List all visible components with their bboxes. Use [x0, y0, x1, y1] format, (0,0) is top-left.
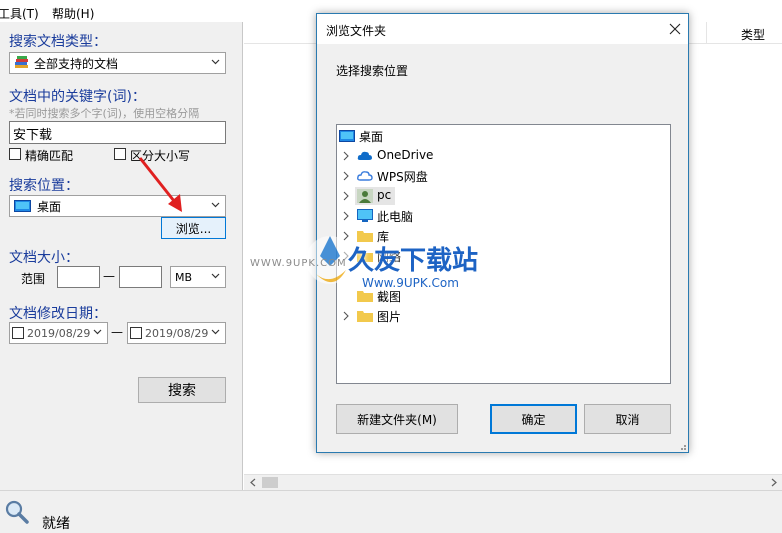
dialog-titlebar[interactable]: 浏览文件夹	[317, 14, 688, 44]
menu-tools[interactable]: 工具(T)	[0, 5, 39, 22]
scroll-right-icon[interactable]	[770, 478, 778, 487]
computer-icon	[357, 209, 373, 222]
tree-item-label: WPS网盘	[377, 170, 428, 184]
chevron-down-icon	[211, 59, 220, 65]
tree-item-label: 此电脑	[377, 210, 414, 224]
date-from-picker[interactable]: 2019/08/29	[9, 322, 108, 344]
user-icon	[357, 189, 373, 203]
tree-item-label: 图片	[377, 310, 402, 324]
browse-button[interactable]: 浏览...	[161, 217, 226, 239]
location-select[interactable]: 桌面	[9, 195, 226, 217]
size-min-input[interactable]	[57, 266, 100, 288]
tree-item-label: 库	[377, 230, 390, 244]
tree-item-pc[interactable]: pc	[337, 186, 670, 206]
location-label: 搜索位置：	[9, 178, 79, 194]
browse-folder-dialog: 浏览文件夹 选择搜索位置 桌面 OneDrive WPS网盘 pc 此电脑 库 …	[316, 13, 689, 453]
chevron-right-icon[interactable]	[343, 211, 350, 221]
keyword-hint: *若同时搜索多个字(词)，使用空格分隔	[9, 107, 200, 120]
chevron-right-icon[interactable]	[343, 171, 350, 181]
books-icon	[14, 56, 30, 70]
tree-item-onedrive[interactable]: OneDrive	[337, 146, 670, 166]
search-button[interactable]: 搜索	[138, 377, 226, 403]
tree-item-pictures[interactable]: 图片	[337, 306, 670, 326]
scroll-left-icon[interactable]	[249, 478, 257, 487]
tree-item-this-pc[interactable]: 此电脑	[337, 206, 670, 226]
doc-type-select[interactable]: 全部支持的文档	[9, 52, 226, 74]
scroll-thumb[interactable]	[262, 477, 278, 488]
chevron-right-icon[interactable]	[343, 251, 350, 261]
chevron-down-icon	[93, 329, 102, 335]
folder-tree[interactable]: 桌面 OneDrive WPS网盘 pc 此电脑 库 网络 截图 图片	[336, 124, 671, 384]
date-label: 文档修改日期：	[9, 306, 107, 322]
search-panel: 搜索文档类型： 全部支持的文档 文档中的关键字(词)： *若同时搜索多个字(词)…	[0, 22, 243, 490]
menu-help[interactable]: 帮助(H)	[52, 5, 94, 22]
resize-grip-icon[interactable]	[677, 441, 687, 451]
horizontal-scrollbar[interactable]	[244, 474, 782, 490]
new-folder-button[interactable]: 新建文件夹(M)	[336, 404, 458, 434]
chevron-down-icon	[211, 202, 220, 208]
size-max-input[interactable]	[119, 266, 162, 288]
chevron-down-icon	[211, 329, 220, 335]
column-type[interactable]: 类型	[741, 26, 765, 43]
desktop-icon	[14, 200, 31, 212]
size-label: 文档大小：	[9, 250, 79, 266]
tree-item-screenshots[interactable]: 截图	[337, 286, 670, 306]
doc-type-label: 搜索文档类型：	[9, 34, 107, 50]
size-unit-select[interactable]: MB	[170, 266, 226, 288]
close-icon[interactable]	[669, 23, 681, 35]
date-dash: —	[111, 325, 123, 339]
folder-icon	[357, 291, 373, 302]
date-from-checkbox[interactable]	[12, 327, 24, 339]
range-dash: —	[103, 269, 115, 283]
desktop-icon	[339, 130, 355, 142]
folder-icon	[357, 231, 373, 242]
tree-item-label: 网络	[377, 250, 402, 264]
date-from-value: 2019/08/29	[27, 326, 91, 340]
tree-item-label: 截图	[377, 290, 402, 304]
tree-item-desktop[interactable]: 桌面	[337, 126, 670, 146]
doc-type-value: 全部支持的文档	[34, 56, 119, 71]
chevron-right-icon[interactable]	[343, 151, 350, 161]
folder-icon	[357, 251, 373, 262]
chevron-right-icon[interactable]	[343, 231, 350, 241]
size-unit-value: MB	[175, 270, 193, 284]
tree-item-network[interactable]: 网络	[337, 246, 670, 266]
chevron-right-icon[interactable]	[343, 191, 350, 201]
status-text: 就绪	[42, 516, 70, 532]
cloud-outline-icon	[357, 171, 373, 181]
exact-match-checkbox[interactable]	[9, 148, 21, 160]
date-to-checkbox[interactable]	[130, 327, 142, 339]
keyword-label: 文档中的关键字(词)：	[9, 89, 146, 105]
ok-button[interactable]: 确定	[490, 404, 577, 434]
case-sensitive-checkbox[interactable]	[114, 148, 126, 160]
range-label: 范围	[21, 272, 46, 286]
tree-item-label: OneDrive	[377, 148, 434, 162]
cloud-icon	[357, 151, 372, 160]
exact-match-label: 精确匹配	[25, 149, 74, 163]
keyword-value: 安下载	[13, 128, 53, 143]
tree-item-wps[interactable]: WPS网盘	[337, 166, 670, 186]
tree-item-label: 桌面	[359, 130, 384, 144]
annotation-arrow-icon	[138, 157, 182, 212]
cancel-button[interactable]: 取消	[584, 404, 671, 434]
date-to-value: 2019/08/29	[145, 326, 209, 340]
dialog-prompt: 选择搜索位置	[336, 64, 409, 78]
tree-item-label: pc	[377, 188, 392, 202]
date-to-picker[interactable]: 2019/08/29	[127, 322, 226, 344]
location-value: 桌面	[37, 199, 62, 214]
keyword-input[interactable]: 安下载	[9, 121, 226, 144]
folder-icon	[357, 311, 373, 322]
status-bar: 就绪	[0, 490, 782, 533]
magnifier-icon	[5, 500, 29, 524]
tree-item-library[interactable]: 库	[337, 226, 670, 246]
chevron-right-icon[interactable]	[343, 311, 350, 321]
dialog-title: 浏览文件夹	[326, 24, 387, 38]
chevron-down-icon	[211, 273, 220, 279]
